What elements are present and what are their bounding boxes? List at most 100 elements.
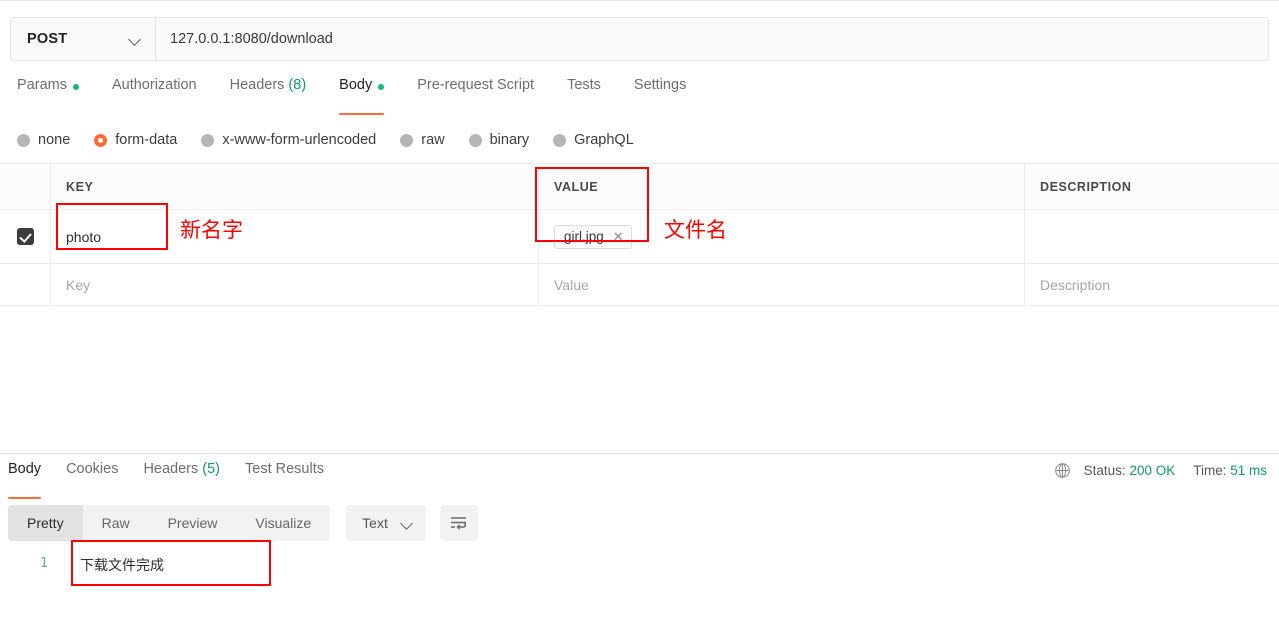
- radio-graphql[interactable]: GraphQL: [553, 132, 634, 148]
- radio-form-data-dot: [94, 133, 108, 147]
- radio-none-label: none: [38, 132, 71, 148]
- view-mode-visualize[interactable]: Visualize: [236, 505, 330, 541]
- chevron-down-icon: [130, 34, 141, 45]
- wrap-text-button[interactable]: [439, 505, 478, 541]
- radio-graphql-dot: [553, 133, 567, 147]
- tab-params[interactable]: Params: [17, 76, 79, 111]
- table-header-row: KEY VALUE DESCRIPTION: [0, 163, 1279, 210]
- view-mode-preview[interactable]: Preview: [149, 505, 237, 541]
- row-key-input[interactable]: photo: [66, 229, 101, 245]
- response-tab-body[interactable]: Body: [8, 460, 42, 499]
- placeholder-key-input[interactable]: Key: [66, 277, 90, 293]
- header-cell-value: VALUE: [539, 164, 1025, 209]
- format-select[interactable]: Text: [346, 505, 426, 541]
- radio-none-dot: [17, 133, 30, 147]
- chevron-down-icon: [402, 518, 413, 529]
- placeholder-value-cell[interactable]: Value: [539, 264, 1025, 305]
- view-mode-group: Pretty Raw Preview Visualize: [8, 505, 331, 541]
- radio-raw-dot: [400, 133, 414, 147]
- line-number: 1: [40, 556, 48, 571]
- header-cell-key: KEY: [51, 164, 539, 209]
- params-status-dot: [72, 84, 79, 90]
- close-icon[interactable]: ✕: [613, 230, 624, 243]
- globe-icon: [1054, 463, 1070, 478]
- tab-headers-label: Headers: [229, 77, 285, 93]
- header-value-label: VALUE: [554, 179, 599, 194]
- tab-authorization[interactable]: Authorization: [112, 76, 197, 111]
- tab-settings[interactable]: Settings: [634, 76, 686, 111]
- radio-raw[interactable]: raw: [400, 132, 445, 148]
- active-tab-underline: [339, 112, 385, 115]
- time-badge[interactable]: Time: 51 ms: [1193, 463, 1267, 478]
- time-value: 51 ms: [1230, 463, 1267, 478]
- body-status-dot: [378, 84, 385, 90]
- row-enabled-checkbox[interactable]: [16, 228, 34, 245]
- tab-headers-count: (8): [288, 77, 307, 93]
- file-chip-name: girl.jpg: [564, 229, 604, 244]
- radio-x-www-form-urlencoded-dot: [201, 133, 215, 147]
- radio-raw-label: raw: [421, 132, 445, 148]
- table-placeholder-row: Key Value Description: [0, 264, 1279, 306]
- header-key-label: KEY: [66, 179, 94, 194]
- response-toolbar: Pretty Raw Preview Visualize Text: [8, 505, 478, 541]
- row-description-cell[interactable]: [1025, 210, 1279, 263]
- header-description-label: DESCRIPTION: [1040, 179, 1132, 194]
- format-select-value: Text: [362, 515, 388, 531]
- response-tab-headers[interactable]: Headers (5): [143, 460, 220, 495]
- tab-pre-request-script[interactable]: Pre-request Script: [417, 76, 534, 111]
- view-mode-preview-label: Preview: [167, 515, 218, 531]
- view-mode-visualize-label: Visualize: [255, 515, 312, 531]
- tab-params-label: Params: [17, 77, 67, 93]
- tab-pre-request-script-label: Pre-request Script: [417, 77, 535, 93]
- method-selector[interactable]: POST: [11, 18, 156, 60]
- request-tabs: Params Authorization Headers (8) Body Pr…: [0, 76, 1279, 115]
- file-chip[interactable]: girl.jpg ✕: [554, 224, 632, 249]
- response-tabs: Body Cookies Headers (5) Test Results: [0, 460, 1010, 499]
- response-tab-headers-count: (5): [202, 461, 220, 477]
- tab-body-label: Body: [339, 77, 373, 93]
- response-tab-cookies[interactable]: Cookies: [66, 460, 118, 495]
- tab-settings-label: Settings: [633, 77, 687, 93]
- header-cell-checkbox: [0, 164, 51, 209]
- view-mode-pretty-label: Pretty: [27, 515, 64, 531]
- status-badge[interactable]: Status: 200 OK: [1084, 463, 1176, 478]
- tab-tests[interactable]: Tests: [567, 76, 601, 111]
- url-bar: POST 127.0.0.1:8080/download: [10, 17, 1269, 61]
- body-type-radio-group: none form-data x-www-form-urlencoded raw…: [0, 125, 1279, 155]
- placeholder-description-cell[interactable]: Description: [1025, 264, 1279, 305]
- placeholder-checkbox-cell: [0, 264, 51, 305]
- response-tab-test-results[interactable]: Test Results: [245, 460, 324, 495]
- response-body-line: 下载文件完成: [80, 558, 164, 574]
- status-value: 200 OK: [1129, 463, 1176, 478]
- radio-form-data[interactable]: form-data: [94, 132, 177, 148]
- view-mode-raw[interactable]: Raw: [83, 505, 149, 541]
- radio-x-www-form-urlencoded[interactable]: x-www-form-urlencoded: [201, 132, 376, 148]
- row-checkbox-cell: [0, 210, 51, 263]
- tab-body[interactable]: Body: [339, 76, 385, 115]
- url-input[interactable]: 127.0.0.1:8080/download: [156, 18, 1268, 60]
- tab-tests-label: Tests: [567, 77, 601, 93]
- row-value-cell[interactable]: girl.jpg ✕: [539, 210, 1025, 263]
- method-label: POST: [27, 31, 68, 47]
- radio-x-www-form-urlencoded-label: x-www-form-urlencoded: [222, 132, 377, 148]
- response-tab-headers-label: Headers: [143, 461, 199, 477]
- header-cell-description: DESCRIPTION: [1025, 164, 1279, 209]
- radio-binary[interactable]: binary: [468, 132, 529, 148]
- placeholder-description-input[interactable]: Description: [1040, 277, 1110, 293]
- view-mode-pretty[interactable]: Pretty: [8, 505, 83, 541]
- view-mode-raw-label: Raw: [101, 515, 130, 531]
- tab-headers[interactable]: Headers (8): [230, 76, 307, 111]
- response-divider: [0, 453, 1279, 454]
- row-key-cell[interactable]: photo: [51, 210, 539, 263]
- response-body-viewer: 1 下载文件完成: [0, 547, 1279, 641]
- response-active-tab-underline: [8, 496, 42, 499]
- radio-form-data-label: form-data: [115, 132, 178, 148]
- response-tab-body-label: Body: [8, 461, 42, 477]
- radio-none[interactable]: none: [17, 132, 70, 148]
- placeholder-key-cell[interactable]: Key: [51, 264, 539, 305]
- postman-window: POST 127.0.0.1:8080/download Params Auth…: [0, 0, 1279, 641]
- status-label: Status:: [1083, 463, 1126, 478]
- response-status-bar: Status: 200 OK Time: 51 ms: [1054, 462, 1267, 479]
- annotation-label-key: 新名字: [180, 218, 243, 242]
- placeholder-value-input[interactable]: Value: [554, 277, 589, 293]
